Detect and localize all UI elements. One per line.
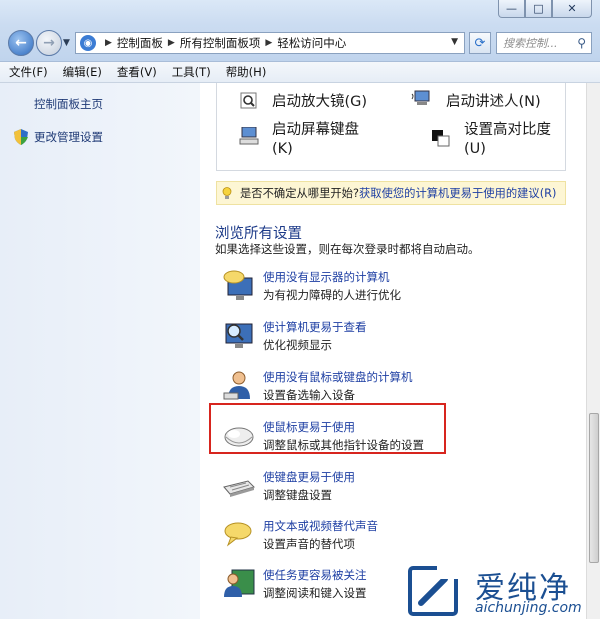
person-focus-icon [224,569,255,597]
close-button[interactable]: ✕ [552,0,592,18]
breadcrumb-separator[interactable]: ▶ [105,38,112,48]
forward-button[interactable]: → [36,30,62,56]
highlight-box [209,403,446,454]
breadcrumb-control-panel[interactable]: 控制面板 [117,35,163,51]
sound-alternatives-desc: 设置声音的替代项 [263,537,355,551]
menu-view[interactable]: 查看(V) [117,64,157,80]
title-bar: — □ ✕ ← → ▼ ◉ ▶ 控制面板 ▶ 所有控制面板项 ▶ 轻松访问中心 … [0,0,600,62]
refresh-button[interactable]: ⟳ [469,32,491,54]
shield-icon [14,129,28,145]
recent-pages-dropdown[interactable]: ▼ [63,38,70,48]
start-narrator-link[interactable]: 启动讲述人(N) [446,93,541,112]
address-dropdown[interactable]: ▼ [451,37,458,47]
monitor-speech-icon [223,270,253,300]
watermark-url: aichunjing.com [475,600,582,616]
left-navigation-pane: 控制面板主页 更改管理设置 [0,83,200,619]
menu-file[interactable]: 文件(F) [9,64,48,80]
sound-alternatives-link[interactable]: 用文本或视频替代声音 [263,518,378,534]
keyboard-icon [223,480,255,497]
maximize-button[interactable]: □ [525,0,552,18]
search-input[interactable]: 搜索控制... ⚲ [496,32,592,54]
start-magnifier-link[interactable]: 启动放大镜(G) [272,93,367,112]
lightbulb-icon [222,186,232,199]
breadcrumb-all-items[interactable]: 所有控制面板项 [180,35,261,51]
use-without-mouse-keyboard-desc: 设置备选输入设备 [263,388,355,402]
menu-bar: 文件(F) 编辑(E) 查看(V) 工具(T) 帮助(H) [0,62,600,83]
control-panel-home-link[interactable]: 控制面板主页 [34,96,103,112]
use-without-mouse-keyboard-link[interactable]: 使用没有鼠标或键盘的计算机 [263,369,413,385]
breadcrumb-ease-of-access[interactable]: 轻松访问中心 [277,35,346,51]
onscreen-keyboard-label-line2: (K) [272,141,293,157]
vertical-scrollbar[interactable] [586,83,600,619]
watermark-logo [408,565,459,616]
quick-access-panel: 启动放大镜(G) 启动讲述人(N) 启动屏幕键盘 (K) 设置高对比度 (U) [216,83,566,171]
minimize-button[interactable]: — [498,0,525,18]
make-easier-to-see-link[interactable]: 使计算机更易于查看 [263,319,367,335]
arrow-right-icon: → [43,35,55,51]
window-controls: — □ ✕ [498,0,592,18]
set-high-contrast-link[interactable]: 设置高对比度 (U) [464,121,551,159]
start-onscreen-keyboard-link[interactable]: 启动屏幕键盘 (K) [272,121,359,159]
search-placeholder: 搜索控制... [503,37,558,50]
browse-settings-description: 如果选择这些设置，则在每次登录时都将自动启动。 [215,242,480,256]
high-contrast-label-line2: (U) [464,141,486,157]
make-keyboard-easier-link[interactable]: 使键盘更易于使用 [263,469,355,485]
high-contrast-icon [432,130,450,147]
setting-item-easier-to-see: 使计算机更易于查看 优化视频显示 [222,317,552,361]
use-without-display-link[interactable]: 使用没有显示器的计算机 [263,269,390,285]
make-keyboard-easier-desc: 调整键盘设置 [263,488,332,502]
change-admin-settings-link[interactable]: 更改管理设置 [34,129,103,145]
easier-to-focus-link[interactable]: 使任务更容易被关注 [263,567,367,583]
onscreen-keyboard-icon [239,127,259,145]
arrow-left-icon: ← [15,35,27,51]
setting-item-keyboard: 使键盘更易于使用 调整键盘设置 [222,467,552,511]
scrollbar-thumb[interactable] [589,413,599,563]
search-icon[interactable]: ⚲ [577,36,586,50]
menu-help[interactable]: 帮助(H) [226,64,267,80]
address-bar[interactable]: ◉ ▶ 控制面板 ▶ 所有控制面板项 ▶ 轻松访问中心 ▼ [75,32,465,54]
menu-edit[interactable]: 编辑(E) [63,64,102,80]
monitor-magnify-icon [225,323,253,348]
use-without-display-desc: 为有视力障碍的人进行优化 [263,288,401,302]
narrator-icon [411,90,430,105]
tip-text: 是否不确定从哪里开始? [240,187,359,200]
control-panel-icon: ◉ [80,35,96,51]
watermark: 爱纯净 aichunjing.com [407,563,597,618]
magnifier-icon [240,92,257,109]
main-content: 启动放大镜(G) 启动讲述人(N) 启动屏幕键盘 (K) 设置高对比度 (U) [200,83,586,619]
get-recommendations-link[interactable]: 获取使您的计算机更易于使用的建议(R) [359,185,556,201]
breadcrumb-separator[interactable]: ▶ [168,38,175,48]
easier-to-focus-desc: 调整阅读和键入设置 [263,586,367,600]
breadcrumb-separator[interactable]: ▶ [265,38,272,48]
onscreen-keyboard-label-line1: 启动屏幕键盘 [272,122,359,138]
person-keyboard-icon [223,371,250,400]
menu-tools[interactable]: 工具(T) [172,64,211,80]
browse-settings-heading: 浏览所有设置 [215,226,302,242]
setting-item-no-display: 使用没有显示器的计算机 为有视力障碍的人进行优化 [222,267,552,311]
setting-item-sound-alternatives: 用文本或视频替代声音 设置声音的替代项 [222,516,552,560]
suggestion-tip-bar: 是否不确定从哪里开始? 获取使您的计算机更易于使用的建议(R) [216,181,566,205]
speech-bubble-icon [224,522,252,547]
high-contrast-label-line1: 设置高对比度 [464,122,551,138]
refresh-icon: ⟳ [474,35,486,51]
back-button[interactable]: ← [8,30,34,56]
make-easier-to-see-desc: 优化视频显示 [263,338,332,352]
